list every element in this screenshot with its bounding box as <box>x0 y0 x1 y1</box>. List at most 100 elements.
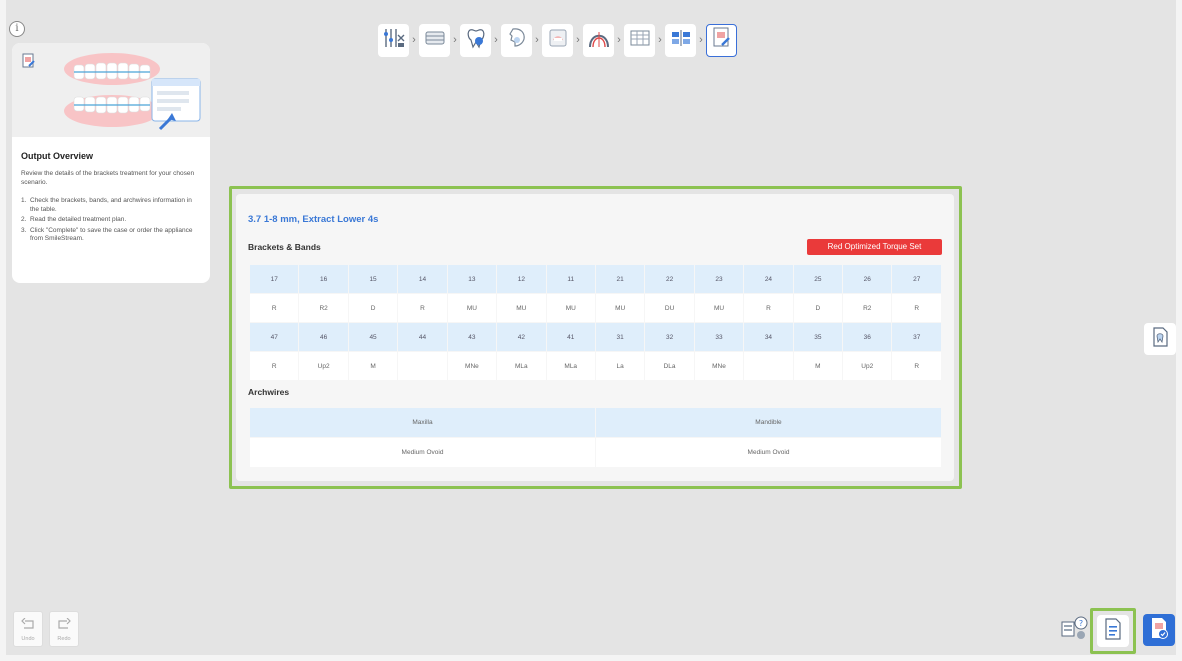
chevron-right-icon: › <box>658 34 662 46</box>
tooth-number-cell: 11 <box>545 264 596 294</box>
archwire-header-maxilla: Maxilla <box>249 407 596 438</box>
tooth-number-cell: 47 <box>248 322 300 352</box>
bracket-value-cell <box>397 351 448 381</box>
bracket-value-cell: MNe <box>446 351 498 381</box>
help-step: 1. Check the brackets, bands, and archwir… <box>21 197 192 213</box>
tooth-number-cell: 22 <box>644 264 695 294</box>
bracket-value-cell: R <box>743 293 794 323</box>
complete-button[interactable] <box>1143 614 1175 646</box>
tooth-number-cell: 31 <box>594 322 646 352</box>
bracket-value-cell <box>743 351 794 381</box>
tooth-number-cell: 27 <box>891 264 942 294</box>
complete-check-icon <box>1149 616 1169 645</box>
chevron-right-icon: › <box>453 34 457 46</box>
archwires-header-row: Maxilla Mandible <box>249 407 942 438</box>
teeth-illustration <box>60 49 208 138</box>
chevron-right-icon: › <box>576 34 580 46</box>
upper-bracket-values-row: R R2 D R MU MU MU MU DU MU R D R2 R <box>248 293 942 323</box>
redo-icon <box>57 617 71 635</box>
redo-button[interactable]: Redo <box>49 611 79 647</box>
document-icon <box>1151 326 1169 353</box>
bracket-value-cell: MU <box>496 293 547 323</box>
scenario-title: 3.7 1-8 mm, Extract Lower 4s <box>248 214 379 225</box>
brackets-bands-heading: Brackets & Bands <box>248 242 321 252</box>
workflow-step-alignment[interactable] <box>665 23 696 57</box>
treatment-summary-button[interactable] <box>1097 615 1129 647</box>
output-card: 3.7 1-8 mm, Extract Lower 4s Brackets & … <box>236 194 954 481</box>
tooth-number-cell: 44 <box>397 322 448 352</box>
bracket-value-cell: DU <box>644 293 695 323</box>
workflow-step-jaw[interactable] <box>542 23 573 57</box>
workflow-step-arch[interactable] <box>583 23 614 57</box>
arch-icon <box>587 26 611 55</box>
bracket-value-cell: MU <box>446 293 498 323</box>
workflow-step-output[interactable] <box>706 23 737 57</box>
tooth-number-cell: 14 <box>397 264 448 294</box>
bracket-value-cell: MLa <box>545 351 596 381</box>
window-frame-right <box>1176 0 1182 661</box>
undo-icon <box>21 617 35 635</box>
face-profile-icon <box>505 26 529 55</box>
archwire-value-mandible: Medium Ovoid <box>595 437 942 468</box>
bracket-value-cell: R <box>248 351 300 381</box>
bracket-value-cell: La <box>594 351 646 381</box>
tooth-number-cell: 26 <box>842 264 893 294</box>
tooth-number-cell: 13 <box>446 264 498 294</box>
tooth-number-cell: 25 <box>792 264 844 294</box>
help-step: 2. Read the detailed treatment plan. <box>21 216 127 223</box>
torque-set-badge: Red Optimized Torque Set <box>807 239 942 255</box>
help-steps: 1. Check the brackets, bands, and archwir… <box>21 197 201 244</box>
tooth-number-cell: 43 <box>446 322 498 352</box>
archwires-table: Maxilla Mandible Medium Ovoid Medium Ovo… <box>249 407 942 468</box>
bracket-value-cell: M <box>792 351 844 381</box>
consultation-icon: ? <box>1060 614 1090 647</box>
bracket-value-cell: MNe <box>693 351 745 381</box>
lower-bracket-values-row: R Up2 M MNe MLa MLa La DLa MNe M Up2 R <box>248 351 942 381</box>
history-controls: Undo Redo <box>13 611 79 647</box>
lower-tooth-numbers-row: 47 46 45 44 43 42 41 31 32 33 34 35 36 3… <box>248 322 942 352</box>
bracket-value-cell: Up2 <box>842 351 893 381</box>
bracket-value-cell: DLa <box>644 351 695 381</box>
treatment-plan-document-button[interactable] <box>1144 323 1176 355</box>
window-frame-left <box>0 0 6 661</box>
bracket-value-cell: MLa <box>496 351 547 381</box>
svg-text:?: ? <box>1079 619 1083 628</box>
tooth-number-cell: 16 <box>298 264 349 294</box>
tooth-number-cell: 42 <box>496 322 547 352</box>
upper-tooth-numbers-row: 17 16 15 14 13 12 11 21 22 23 24 25 26 2… <box>248 264 942 294</box>
workflow-step-chart[interactable] <box>624 23 655 57</box>
tooth-number-cell: 41 <box>545 322 596 352</box>
bracket-value-cell: D <box>792 293 844 323</box>
redo-label: Redo <box>57 635 71 642</box>
output-document-icon <box>22 53 36 74</box>
chevron-right-icon: › <box>494 34 498 46</box>
workflow-step-face[interactable] <box>501 23 532 57</box>
tools-icon <box>382 26 406 55</box>
bracket-value-cell: R2 <box>842 293 893 323</box>
info-icon[interactable]: i <box>9 21 25 37</box>
tooth-number-cell: 24 <box>743 264 794 294</box>
chevron-right-icon: › <box>412 34 416 46</box>
tooth-number-cell: 23 <box>693 264 745 294</box>
output-document-icon <box>711 26 733 55</box>
workflow-steps: › › › › › › › › <box>378 21 737 59</box>
help-title: Output Overview <box>21 151 94 161</box>
bracket-value-cell: Up2 <box>298 351 349 381</box>
undo-button[interactable]: Undo <box>13 611 43 647</box>
tooth-number-cell: 45 <box>347 322 399 352</box>
bracket-value-cell: M <box>347 351 399 381</box>
bracket-value-cell: R <box>397 293 448 323</box>
workflow-step-brackets[interactable] <box>419 23 450 57</box>
tooth-number-cell: 17 <box>248 264 300 294</box>
bracket-icon <box>423 26 447 55</box>
tooth-number-cell: 36 <box>842 322 893 352</box>
tooth-number-cell: 21 <box>594 264 646 294</box>
workflow-step-tooth[interactable] <box>460 23 491 57</box>
archwires-heading: Archwires <box>248 387 290 397</box>
consultation-button[interactable]: ? <box>1059 614 1091 646</box>
workflow-step-tools[interactable] <box>378 23 409 57</box>
jaw-icon <box>546 26 570 55</box>
brackets-table: 17 16 15 14 13 12 11 21 22 23 24 25 26 2… <box>248 264 942 381</box>
tooth-number-cell: 46 <box>298 322 349 352</box>
tooth-number-cell: 32 <box>644 322 695 352</box>
